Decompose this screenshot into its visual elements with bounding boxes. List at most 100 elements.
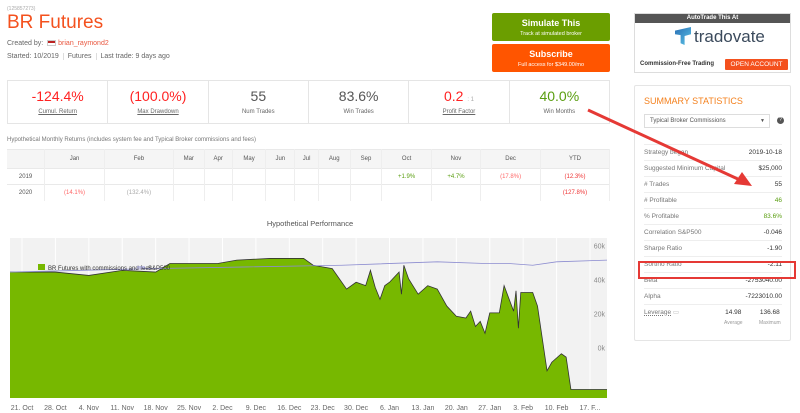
table-cell	[381, 184, 432, 201]
x-tick-label: 21. Oct	[11, 405, 34, 412]
leverage-maximum: 136.68	[759, 309, 780, 316]
stat-label-link[interactable]: Cumul. Return	[8, 109, 107, 115]
subscribe-button[interactable]: Subscribe Full access for $349.00/mo	[492, 44, 610, 72]
y-tick-label: 0k	[598, 346, 606, 353]
summary-row: # Profitable 46	[644, 192, 782, 208]
x-tick-label: 9. Dec	[246, 405, 267, 412]
table-cell	[173, 184, 205, 201]
table-cell: (127.8%)	[540, 184, 610, 201]
summary-value: 46	[774, 197, 782, 204]
tradovate-logo-icon	[675, 27, 691, 45]
stat-value: 40.0%	[539, 88, 580, 104]
table-cell: May	[232, 149, 267, 169]
table-cell	[232, 168, 267, 185]
table-cell	[44, 168, 105, 185]
table-cell: Nov	[431, 149, 482, 169]
stat-label: Num Trades	[241, 109, 275, 115]
summary-row: Alpha -7223010.00	[644, 288, 782, 304]
x-tick-label: 3. Feb	[513, 405, 533, 412]
stat-profit-factor: 0.2 : 1 Profit Factor	[409, 81, 510, 123]
x-tick-label: 6. Jan	[380, 405, 399, 412]
table-cell: (132.4%)	[104, 184, 174, 201]
stat-value: 55	[250, 88, 267, 104]
table-cell	[431, 184, 482, 201]
stat-value: 0.2	[443, 88, 464, 104]
table-cell: Feb	[104, 149, 174, 169]
subscribe-title: Subscribe	[529, 49, 573, 59]
x-tick-label: 2. Dec	[212, 405, 233, 412]
stat-max-drawdown: (100.0%) Max Drawdown	[108, 81, 209, 123]
summary-row: Sharpe Ratio -1.90	[644, 240, 782, 256]
select-value: Typical Broker Commissions	[650, 118, 726, 124]
table-cell	[265, 184, 296, 201]
stat-label-link[interactable]: Max Drawdown	[108, 109, 207, 115]
last-trade: Last trade: 9 days ago	[100, 53, 170, 60]
x-tick-label: 16. Dec	[277, 405, 302, 412]
open-account-button[interactable]: OPEN ACCOUNT	[725, 59, 788, 70]
summary-row: Correlation S&P500 -0.046	[644, 224, 782, 240]
x-tick-label: 18. Nov	[144, 405, 169, 412]
performance-chart: 21. Oct 28. Oct 4. Nov 11. Nov 18. Nov 25. No…	[9, 238, 608, 412]
table-cell: Jan	[44, 149, 105, 169]
table-cell	[104, 168, 174, 185]
dropdown-arrow-icon: ▼	[760, 118, 765, 124]
created-by-label: Created by:	[7, 40, 44, 47]
table-cell	[294, 168, 319, 185]
table-cell: Apr	[204, 149, 233, 169]
tradovate-logo[interactable]: tradovate	[675, 27, 765, 47]
monthly-returns-title: Hypothetical Monthly Returns (includes s…	[7, 137, 256, 143]
legend-swatch-strategy	[38, 264, 45, 270]
simulate-sub: Track at simulated broker	[520, 31, 582, 37]
table-cell: Mar	[173, 149, 205, 169]
brand-name: tradovate	[694, 27, 765, 46]
table-cell: Dec	[480, 149, 541, 169]
summary-value: 83.6%	[763, 213, 782, 220]
summary-value: 55	[774, 181, 782, 188]
autotrade-ad: AutoTrade This At tradovate Commission-F…	[634, 13, 791, 73]
stat-value: -124.4%	[31, 88, 84, 104]
monthly-returns-table: Jan Feb Mar Apr May Jun Jul Aug Sep Oct Nov Dec YTD 2…	[7, 149, 610, 201]
table-cell: (14.1%)	[44, 184, 105, 201]
table-cell: Jun	[265, 149, 296, 169]
table-cell: 2019	[7, 168, 46, 185]
summary-value: -7223010.00	[745, 293, 782, 300]
summary-row: % Profitable 83.6%	[644, 208, 782, 224]
y-tick-label: 60k	[594, 244, 606, 251]
summary-row: Suggested Minimum Capital $25,000	[644, 160, 782, 176]
simulate-button[interactable]: Simulate This Track at simulated broker	[492, 13, 610, 41]
stat-label-link[interactable]: Profit Factor	[409, 109, 508, 115]
table-cell	[265, 168, 296, 185]
leverage-average-label: Average	[724, 320, 743, 326]
summary-key: Alpha	[644, 293, 661, 300]
help-icon[interactable]: ?	[777, 117, 784, 124]
ad-tagline: Commission-Free Trading	[640, 61, 715, 67]
x-tick-label: 23. Dec	[311, 405, 336, 412]
table-cell	[294, 184, 319, 201]
simulate-title: Simulate This	[521, 18, 581, 28]
summary-row: Strategy began 2019-10-18	[644, 144, 782, 160]
table-cell: +1.9%	[381, 168, 432, 185]
table-cell	[480, 184, 541, 201]
summary-row: # Trades 55	[644, 176, 782, 192]
table-cell: Jul	[294, 149, 319, 169]
leverage-label[interactable]: Leverage	[644, 309, 671, 316]
stat-label: Win Trades	[343, 109, 374, 115]
table-cell	[350, 184, 383, 201]
stat-num-trades: 55 Num Trades	[209, 81, 309, 123]
table-cell: Aug	[318, 149, 351, 169]
chart-icon[interactable]: ▭	[673, 309, 679, 316]
table-cell: Sep	[350, 149, 383, 169]
page-title: BR Futures	[7, 12, 104, 33]
commission-select[interactable]: Typical Broker Commissions ▼	[644, 114, 770, 128]
x-tick-label: 11. Nov	[110, 405, 134, 412]
highlight-box	[638, 261, 796, 279]
author-link[interactable]: brian_raymond2	[58, 40, 109, 47]
summary-value: -0.046	[763, 229, 782, 236]
x-tick-label: 4. Nov	[79, 405, 100, 412]
legend-label-strategy: BR Futures with commissions and fees	[48, 266, 152, 272]
x-tick-label: 28. Oct	[44, 405, 67, 412]
table-cell: 2020	[7, 184, 46, 201]
x-tick-label: 13. Jan	[411, 405, 434, 412]
summary-title: SUMMARY STATISTICS	[644, 96, 743, 106]
stat-win-months: 40.0% Win Months	[510, 81, 609, 123]
